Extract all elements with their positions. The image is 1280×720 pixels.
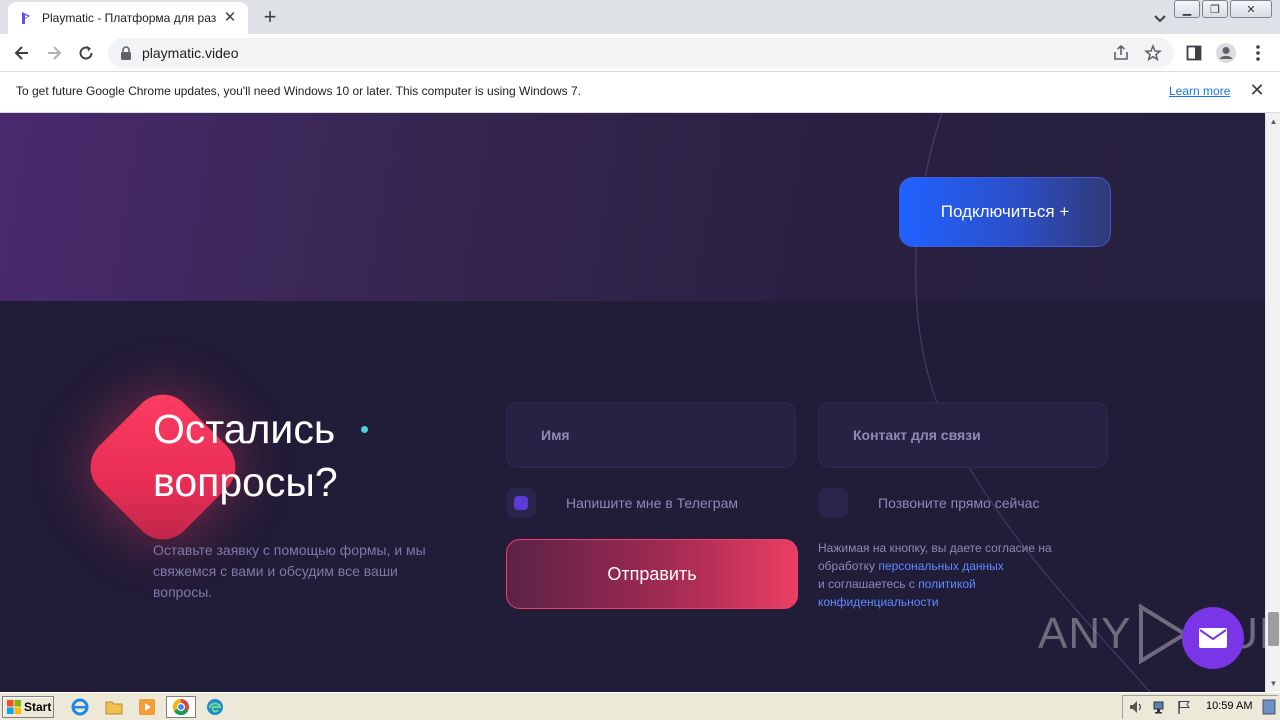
contact-subtext: Оставьте заявку с помощью формы, и мы св… xyxy=(153,542,426,600)
call-label[interactable]: Позвоните прямо сейчас xyxy=(878,495,1039,511)
telegram-label[interactable]: Напишите мне в Телеграм xyxy=(566,495,738,511)
heading-line-2: вопросы? xyxy=(153,459,338,505)
file-explorer-icon[interactable] xyxy=(104,697,124,717)
playmatic-logo-icon xyxy=(22,12,30,24)
name-input[interactable]: Имя xyxy=(506,402,796,468)
start-button[interactable]: Start xyxy=(2,696,54,718)
tab-close-icon[interactable]: ✕ xyxy=(222,10,238,26)
media-player-icon[interactable] xyxy=(137,697,157,717)
side-panel-icon[interactable] xyxy=(1182,41,1206,65)
telegram-checkbox[interactable] xyxy=(506,488,536,518)
tab-search-chevron-icon[interactable] xyxy=(1150,8,1170,28)
call-checkbox[interactable] xyxy=(818,488,848,518)
restore-icon[interactable]: ❐ xyxy=(1202,0,1228,18)
volume-icon[interactable] xyxy=(1126,697,1146,717)
personal-data-link[interactable]: персональных данных xyxy=(878,559,1003,573)
url-text: playmatic.video xyxy=(142,45,239,61)
heading-line-1: Остались xyxy=(153,406,336,452)
page-content: Подключиться + Остались вопросы? Оставьт… xyxy=(0,113,1265,692)
taskbar-clock: 10:59 AM xyxy=(1206,700,1253,712)
reload-icon[interactable] xyxy=(74,41,98,65)
tab-title: Playmatic - Платформа для размещ xyxy=(42,11,216,25)
back-icon[interactable] xyxy=(10,41,34,65)
infobar-message: To get future Google Chrome updates, you… xyxy=(16,84,582,98)
consent-text-2: и соглашаетесь с xyxy=(818,577,915,591)
profile-avatar-icon[interactable] xyxy=(1214,41,1238,65)
share-icon[interactable] xyxy=(1112,44,1130,62)
forward-icon[interactable] xyxy=(42,41,66,65)
show-desktop-button[interactable] xyxy=(1262,697,1276,717)
checkbox-checked-mark xyxy=(514,496,528,510)
network-icon[interactable] xyxy=(1150,697,1170,717)
option-call[interactable]: Позвоните прямо сейчас xyxy=(818,488,1039,518)
mail-chat-button[interactable] xyxy=(1182,607,1244,669)
contact-input[interactable]: Контакт для связи xyxy=(818,402,1108,468)
update-infobar: To get future Google Chrome updates, you… xyxy=(0,72,1280,113)
learn-more-link[interactable]: Learn more xyxy=(1169,84,1230,98)
connect-button[interactable]: Подключиться + xyxy=(899,177,1111,247)
submit-button[interactable]: Отправить xyxy=(506,539,798,609)
new-tab-icon[interactable]: + xyxy=(258,6,282,30)
scroll-thumb[interactable] xyxy=(1268,612,1279,646)
menu-kebab-icon[interactable] xyxy=(1246,41,1270,65)
mail-icon xyxy=(1199,628,1227,648)
option-telegram[interactable]: Напишите мне в Телеграм xyxy=(506,488,738,518)
windows-flag-icon xyxy=(7,700,21,714)
scroll-up-icon[interactable]: ▲ xyxy=(1269,117,1278,126)
watermark-text-left: ANY xyxy=(1038,609,1132,658)
browser-tab[interactable]: Playmatic - Платформа для размещ ✕ xyxy=(8,2,248,34)
scroll-down-icon[interactable]: ▼ xyxy=(1269,679,1278,688)
edge-icon[interactable] xyxy=(205,697,225,717)
window-controls: ▁ ❐ ✕ xyxy=(1172,0,1272,18)
heading-dot xyxy=(361,426,368,433)
contact-heading: Остались вопросы? xyxy=(153,403,338,509)
start-label: Start xyxy=(24,700,52,714)
infobar-close-icon[interactable]: ✕ xyxy=(1248,81,1266,99)
bookmark-star-icon[interactable] xyxy=(1144,44,1162,62)
windows-taskbar: Start 10:59 AM xyxy=(0,692,1280,720)
tab-strip: Playmatic - Платформа для размещ ✕ + ▁ ❐… xyxy=(0,0,1280,34)
window-close-icon[interactable]: ✕ xyxy=(1230,0,1272,18)
chrome-taskbar-icon[interactable] xyxy=(166,696,196,718)
lock-icon[interactable] xyxy=(120,46,132,60)
consent-text: Нажимая на кнопку, вы даете согласие на … xyxy=(818,539,1078,611)
address-bar[interactable]: playmatic.video xyxy=(108,38,1174,68)
browser-toolbar: playmatic.video xyxy=(0,34,1280,72)
minimize-icon[interactable]: ▁ xyxy=(1174,0,1200,18)
action-center-flag-icon[interactable] xyxy=(1174,697,1194,717)
internet-explorer-icon[interactable] xyxy=(70,697,90,717)
page-scrollbar[interactable]: ▲ ▼ xyxy=(1265,113,1280,692)
